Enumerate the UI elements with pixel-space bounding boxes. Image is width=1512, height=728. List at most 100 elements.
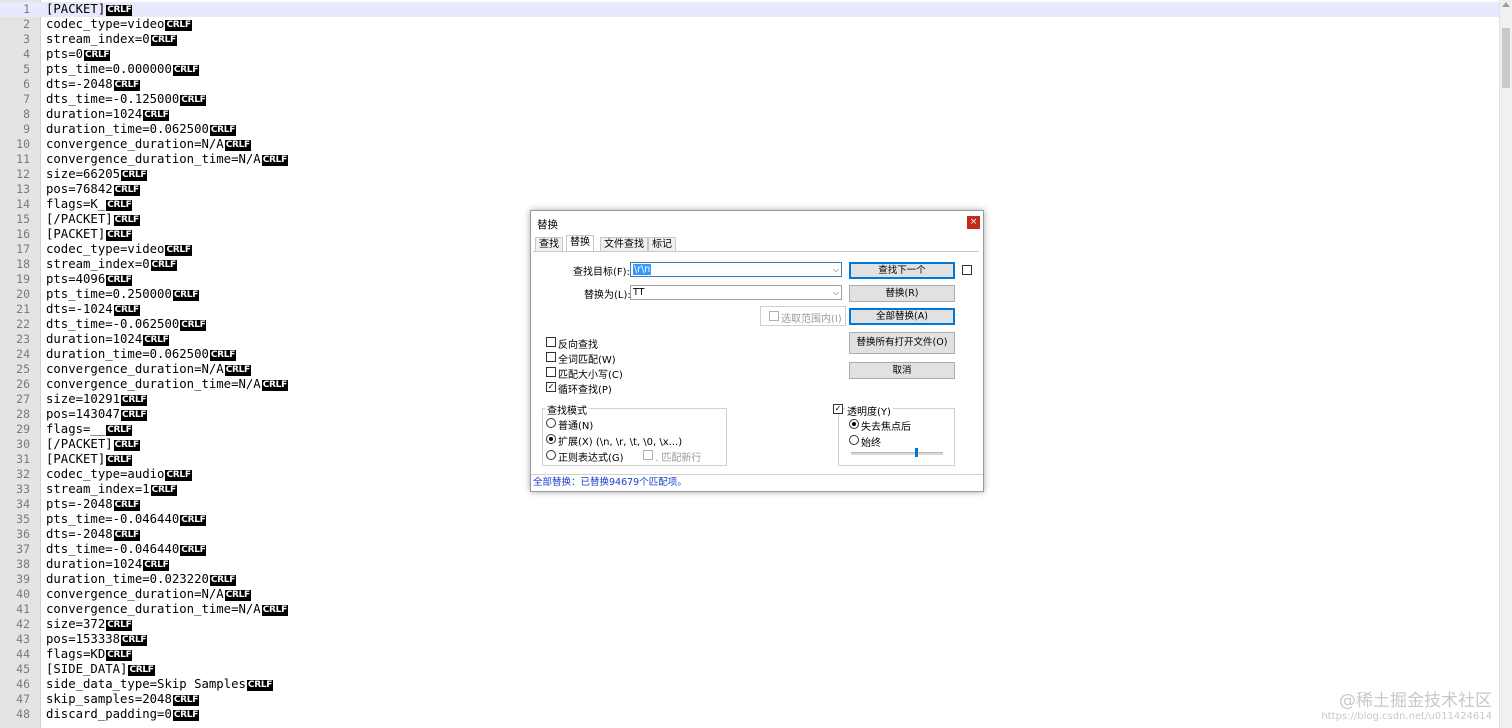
crlf-marker: CRLF — [209, 350, 237, 361]
line-text: duration_time=0.062500 — [46, 347, 209, 361]
line-content: size=372 CRLF — [46, 617, 133, 632]
line-number: 21 — [16, 302, 30, 316]
dot-newline-label: . 匹配新行 — [655, 453, 702, 464]
line-number: 22 — [16, 317, 30, 331]
line-text: codec_type=video — [46, 17, 165, 31]
whole-word-checkbox[interactable] — [546, 352, 556, 362]
line-content: codec_type=video CRLF — [46, 242, 192, 257]
line-number: 3 — [23, 32, 30, 46]
text-line: 38 duration=1024 CRLF — [0, 557, 1500, 572]
line-text: duration=1024 — [46, 557, 143, 571]
wrap-around-checkbox[interactable]: ✓ — [546, 382, 556, 392]
trans-lose-focus-radio[interactable] — [849, 419, 859, 429]
mode-regex-radio[interactable] — [546, 450, 556, 460]
in-selection-checkbox[interactable] — [769, 311, 779, 321]
trans-always-radio[interactable] — [849, 435, 859, 445]
transparency-slider-thumb[interactable] — [915, 448, 918, 457]
line-content: convergence_duration_time=N/A CRLF — [46, 602, 288, 617]
line-text: pts=0 — [46, 47, 84, 61]
line-text: duration=1024 — [46, 332, 143, 346]
mode-normal-radio[interactable] — [546, 418, 556, 428]
text-line: 4 pts=0 CRLF — [0, 47, 1500, 62]
find-next-button[interactable]: 查找下一个 — [849, 262, 955, 279]
text-line: 45 [SIDE_DATA] CRLF — [0, 662, 1500, 677]
dot-newline-checkbox[interactable] — [643, 450, 653, 460]
tab-mark[interactable]: 标记 — [648, 237, 676, 251]
line-content: dts_time=-0.062500 CRLF — [46, 317, 207, 332]
line-text: stream_index=1 — [46, 482, 150, 496]
scrollbar-thumb[interactable] — [1502, 28, 1510, 88]
line-content: pos=143047 CRLF — [46, 407, 148, 422]
line-text: convergence_duration=N/A — [46, 587, 224, 601]
crlf-marker: CRLF — [261, 605, 288, 616]
line-text: dts_time=-0.046440 — [46, 542, 180, 556]
replace-button[interactable]: 替换(R) — [849, 285, 955, 302]
line-text: convergence_duration_time=N/A — [46, 152, 261, 166]
line-number: 11 — [16, 152, 30, 166]
crlf-marker: CRLF — [143, 560, 170, 571]
replace-all-open-files-button[interactable]: 替换所有打开文件(O) — [849, 332, 955, 354]
watermark: @稀土掘金技术社区 https://blog.csdn.net/u0114246… — [1321, 686, 1492, 722]
wrap-around-label: 循环查找(P) — [558, 385, 612, 396]
dialog-title: 替换 — [537, 219, 558, 231]
match-case-checkbox[interactable] — [546, 367, 556, 377]
scroll-up-icon[interactable] — [1502, 2, 1510, 7]
crlf-marker: CRLF — [106, 455, 133, 466]
line-content: duration=1024 CRLF — [46, 332, 170, 347]
tab-replace[interactable]: 替换 — [566, 235, 594, 252]
line-number: 18 — [16, 257, 30, 271]
replace-input[interactable]: TT ⌵ — [630, 285, 842, 300]
find-input-value: \r\n — [633, 264, 652, 275]
line-content: convergence_duration=N/A CRLF — [46, 137, 251, 152]
watermark-brand: @稀土掘金技术社区 — [1339, 691, 1492, 711]
line-text: codec_type=audio — [46, 467, 165, 481]
mode-extended-label: 扩展(X) (\n, \r, \t, \0, \x...) — [558, 437, 683, 448]
line-content: pts=4096 CRLF — [46, 272, 133, 287]
crlf-marker: CRLF — [224, 590, 251, 601]
crlf-marker: CRLF — [113, 530, 140, 541]
transparency-checkbox[interactable]: ✓ — [833, 404, 843, 414]
line-text: [PACKET] — [46, 227, 106, 241]
line-number: 40 — [16, 587, 30, 601]
tab-find-in-files[interactable]: 文件查找 — [600, 237, 648, 251]
line-number: 25 — [16, 362, 30, 376]
backward-checkbox[interactable] — [546, 337, 556, 347]
chevron-down-icon[interactable]: ⌵ — [833, 286, 839, 299]
text-line: 9 duration_time=0.062500 CRLF — [0, 122, 1500, 137]
line-content: size=10291 CRLF — [46, 392, 148, 407]
line-text: dts_time=-0.062500 — [46, 317, 180, 331]
line-number: 20 — [16, 287, 30, 301]
find-next-option-checkbox[interactable] — [962, 265, 972, 275]
crlf-marker: CRLF — [84, 50, 111, 61]
line-content: dts=-2048 CRLF — [46, 527, 140, 542]
line-content: pts_time=-0.046440 CRLF — [46, 512, 207, 527]
line-text: [SIDE_DATA] — [46, 662, 128, 676]
line-number: 6 — [23, 77, 30, 91]
chevron-down-icon[interactable]: ⌵ — [833, 263, 839, 276]
mode-extended-radio[interactable] — [546, 434, 556, 444]
line-number: 38 — [16, 557, 30, 571]
tab-find[interactable]: 查找 — [535, 237, 563, 251]
line-text: pts=4096 — [46, 272, 106, 286]
replace-input-value: TT — [633, 287, 645, 298]
text-line: 34 pts=-2048 CRLF — [0, 497, 1500, 512]
replace-all-button[interactable]: 全部替换(A) — [849, 308, 955, 325]
line-content: [/PACKET] CRLF — [46, 437, 140, 452]
text-line: 10 convergence_duration=N/A CRLF — [0, 137, 1500, 152]
vertical-scrollbar[interactable] — [1499, 0, 1512, 728]
line-number: 33 — [16, 482, 30, 496]
close-icon[interactable]: × — [967, 216, 980, 229]
line-content: convergence_duration_time=N/A CRLF — [46, 377, 288, 392]
line-content: pts_time=0.250000 CRLF — [46, 287, 200, 302]
crlf-marker: CRLF — [106, 5, 133, 16]
line-number: 39 — [16, 572, 30, 586]
cancel-button[interactable]: 取消 — [849, 362, 955, 379]
find-input[interactable]: \r\n ⌵ — [630, 262, 842, 277]
crlf-marker: CRLF — [113, 500, 140, 511]
replace-dialog: 替换 × 查找 替换 文件查找 标记 查找目标(F): \r\n ⌵ 替换为(L… — [530, 210, 984, 492]
line-content: [SIDE_DATA] CRLF — [46, 662, 155, 677]
crlf-marker: CRLF — [172, 290, 200, 301]
crlf-marker: CRLF — [106, 620, 133, 631]
transparency-slider[interactable] — [851, 452, 943, 455]
crlf-marker: CRLF — [180, 515, 207, 526]
